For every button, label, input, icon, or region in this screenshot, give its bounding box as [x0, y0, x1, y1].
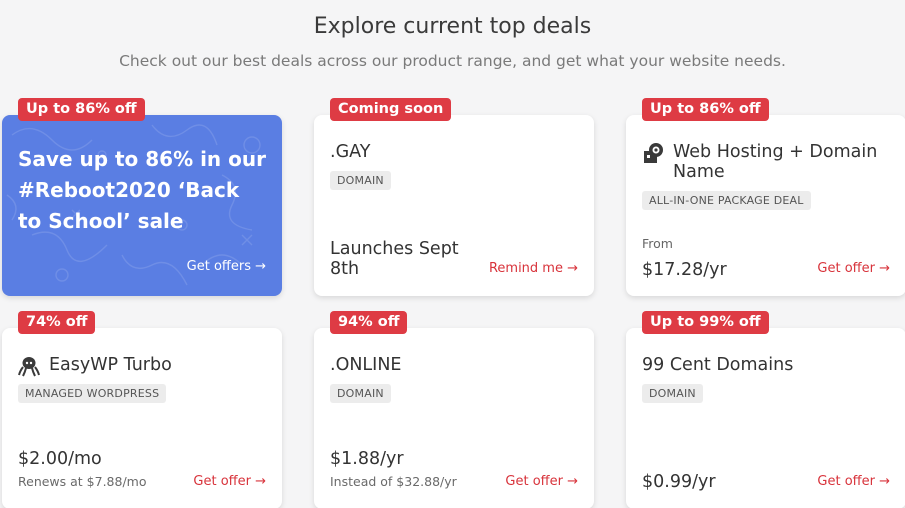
deal-title: .GAY — [330, 142, 584, 162]
hero-headline: Save up to 86% in our #Reboot2020 ‘Back … — [18, 147, 266, 233]
page-subtitle: Check out our best deals across our prod… — [119, 52, 786, 70]
get-offer-link[interactable]: Get offer → — [505, 474, 578, 489]
deal-price: $0.99/yr — [642, 472, 716, 492]
deal-card-online[interactable]: 94% off .ONLINE DOMAIN $1.88/yr Instead … — [314, 311, 594, 508]
renewal-note: Renews at $7.88/mo — [18, 474, 147, 489]
deal-price: $2.00/mo — [18, 449, 102, 469]
instead-of-note: Instead of $32.88/yr — [330, 474, 457, 489]
get-offers-link[interactable]: Get offers → — [187, 259, 266, 274]
get-offer-link[interactable]: Get offer → — [817, 474, 890, 489]
deal-card-web-hosting[interactable]: Up to 86% off Web Hosting + Domain Name … — [626, 98, 905, 296]
deal-badge: 74% off — [18, 311, 96, 334]
page-title: Explore current top deals — [313, 14, 592, 39]
get-offer-link[interactable]: Get offer → — [193, 474, 266, 489]
deal-badge: Coming soon — [330, 98, 452, 121]
deal-card-gay[interactable]: Coming soon .GAY DOMAIN Launches Sept 8t… — [314, 98, 594, 296]
deal-badge: Up to 86% off — [642, 98, 769, 121]
deal-tag: DOMAIN — [330, 171, 391, 190]
deal-price: $1.88/yr — [330, 449, 404, 469]
deal-title-text: .ONLINE — [330, 355, 402, 375]
deal-title-text: EasyWP Turbo — [49, 355, 172, 375]
deal-tag: DOMAIN — [642, 384, 703, 403]
remind-me-link[interactable]: Remind me → — [489, 261, 578, 276]
deal-title: .ONLINE — [330, 355, 584, 375]
deal-title: 99 Cent Domains — [642, 355, 896, 375]
deal-price: Launches Sept 8th — [330, 239, 459, 280]
deal-tag: ALL-IN-ONE PACKAGE DEAL — [642, 191, 811, 210]
deal-title: EasyWP Turbo — [18, 355, 272, 377]
deal-badge: 94% off — [330, 311, 408, 334]
get-offer-link[interactable]: Get offer → — [817, 261, 890, 276]
deal-price: $17.28/yr — [642, 260, 727, 280]
deal-title-text: 99 Cent Domains — [642, 355, 794, 375]
deal-card-easywp[interactable]: 74% off EasyWP Turbo MANAGED WORDPRESS $… — [2, 311, 282, 508]
deal-badge: Up to 86% off — [18, 98, 145, 121]
octopus-icon — [18, 357, 40, 377]
deal-badge: Up to 99% off — [642, 311, 769, 334]
from-label: From — [642, 236, 673, 251]
deal-card-99-cent-domains[interactable]: Up to 99% off 99 Cent Domains DOMAIN $0.… — [626, 311, 905, 508]
deal-title: Web Hosting + Domain Name — [642, 142, 896, 182]
hosting-icon — [644, 143, 663, 163]
deal-title-text: Web Hosting + Domain Name — [673, 142, 878, 183]
deal-title-text: .GAY — [330, 142, 371, 162]
deal-tag: DOMAIN — [330, 384, 391, 403]
deal-tag: MANAGED WORDPRESS — [18, 384, 167, 403]
deal-card-back-to-school[interactable]: Up to 86% off Save up to 86% in our #Reb… — [2, 98, 282, 296]
